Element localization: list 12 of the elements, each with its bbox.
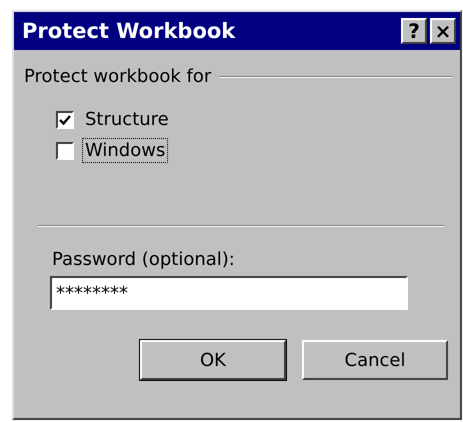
window-title: Protect Workbook bbox=[22, 19, 236, 43]
checkbox-label[interactable]: Structure bbox=[82, 107, 172, 132]
password-label: Password (optional): bbox=[52, 249, 236, 270]
group-label: Protect workbook for bbox=[24, 66, 212, 87]
cancel-button[interactable]: Cancel bbox=[302, 340, 448, 380]
checkbox-label[interactable]: Windows bbox=[82, 138, 168, 163]
help-button[interactable]: ? bbox=[401, 18, 427, 44]
checkbox[interactable] bbox=[56, 110, 74, 128]
close-button[interactable]: × bbox=[430, 18, 456, 44]
password-field[interactable]: ******** bbox=[50, 276, 408, 310]
ok-button[interactable]: OK bbox=[140, 340, 286, 380]
checkbox[interactable] bbox=[56, 142, 74, 160]
